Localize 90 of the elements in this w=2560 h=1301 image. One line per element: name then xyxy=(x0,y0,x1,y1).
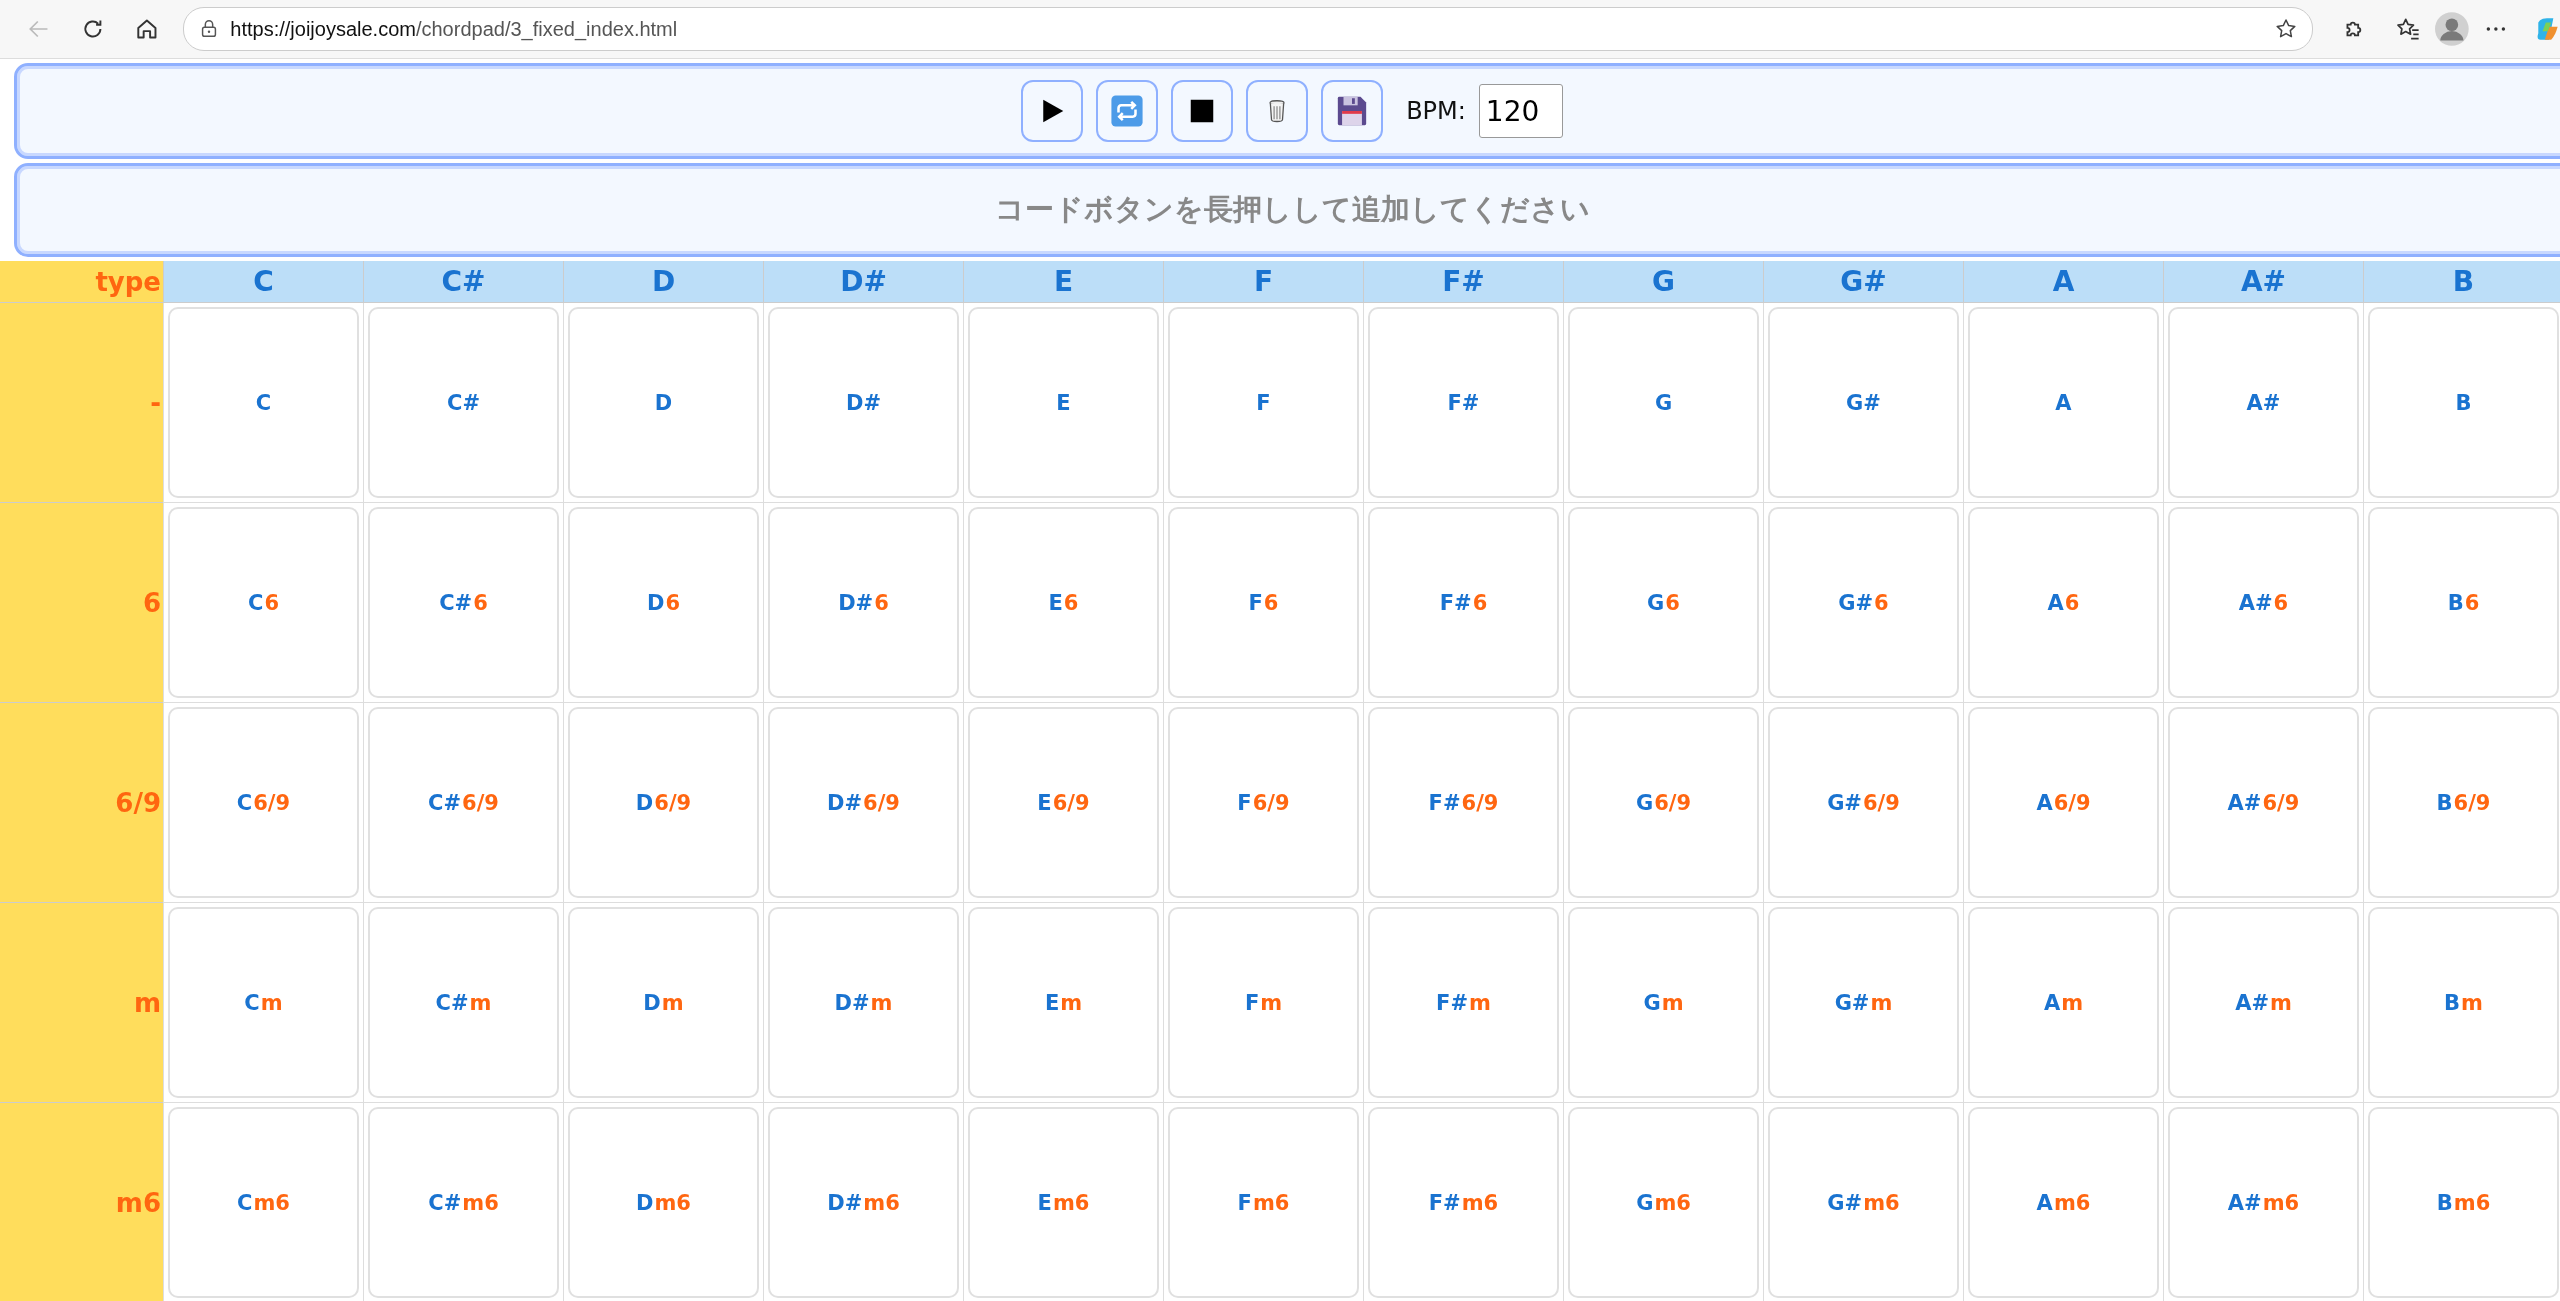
chord-button[interactable]: F#m xyxy=(1368,907,1559,1098)
chord-button[interactable]: G# xyxy=(1768,307,1959,498)
chord-button[interactable]: D#m6 xyxy=(768,1107,959,1298)
chord-button[interactable]: B6 xyxy=(2368,507,2559,698)
chord-button[interactable]: A xyxy=(1968,307,2159,498)
chord-button[interactable]: E6/9 xyxy=(968,707,1159,898)
column-header: F# xyxy=(1363,261,1563,303)
chord-button[interactable]: D# xyxy=(768,307,959,498)
chord-button[interactable]: Cm6 xyxy=(168,1107,359,1298)
chord-button[interactable]: C6/9 xyxy=(168,707,359,898)
chord-button[interactable]: E xyxy=(968,307,1159,498)
chord-button[interactable]: G6/9 xyxy=(1568,707,1759,898)
chord-button[interactable]: Gm xyxy=(1568,907,1759,1098)
repeat-icon xyxy=(1110,94,1145,128)
chord-button[interactable]: F6 xyxy=(1168,507,1359,698)
column-header: E xyxy=(963,261,1163,303)
chord-button[interactable]: Gm6 xyxy=(1568,1107,1759,1298)
chord-type-label: m6 xyxy=(0,1103,163,1301)
type-header: type xyxy=(0,261,163,303)
chord-button[interactable]: G6 xyxy=(1568,507,1759,698)
chord-button[interactable]: Cm xyxy=(168,907,359,1098)
chord-button[interactable]: A# xyxy=(2168,307,2359,498)
chord-button[interactable]: Am6 xyxy=(1968,1107,2159,1298)
chord-button[interactable]: A6 xyxy=(1968,507,2159,698)
chord-button[interactable]: D6/9 xyxy=(568,707,759,898)
column-header: C# xyxy=(363,261,563,303)
chord-type-label: m xyxy=(0,903,163,1103)
profile-avatar-icon[interactable] xyxy=(2434,12,2469,46)
chord-button[interactable]: C6 xyxy=(168,507,359,698)
chord-button[interactable]: A#m xyxy=(2168,907,2359,1098)
url-text: https://joijoysale.com/chordpad/3_fixed_index.html xyxy=(230,17,679,41)
chord-button[interactable]: Bm xyxy=(2368,907,2559,1098)
chord-button[interactable]: Am xyxy=(1968,907,2159,1098)
column-header: A xyxy=(1963,261,2163,303)
column-header: F xyxy=(1163,261,1363,303)
chord-type-label: - xyxy=(0,303,163,503)
chord-button[interactable]: F#6/9 xyxy=(1368,707,1559,898)
chord-button[interactable]: Dm6 xyxy=(568,1107,759,1298)
chord-button[interactable]: D#6/9 xyxy=(768,707,959,898)
chord-button[interactable]: Em6 xyxy=(968,1107,1159,1298)
column-header: D xyxy=(563,261,763,303)
stop-button[interactable] xyxy=(1171,80,1234,142)
chord-button[interactable]: F#m6 xyxy=(1368,1107,1559,1298)
chord-button[interactable]: F# xyxy=(1368,307,1559,498)
chord-button[interactable]: D xyxy=(568,307,759,498)
chord-button[interactable]: C#6/9 xyxy=(368,707,559,898)
chord-button[interactable]: A#6/9 xyxy=(2168,707,2359,898)
chord-button[interactable]: Fm6 xyxy=(1168,1107,1359,1298)
chord-button[interactable]: C#m6 xyxy=(368,1107,559,1298)
chord-button[interactable]: F xyxy=(1168,307,1359,498)
favorites-icon[interactable] xyxy=(2395,16,2421,42)
play-button[interactable] xyxy=(1021,80,1084,142)
chord-type-label: 6/9 xyxy=(0,703,163,903)
address-bar[interactable]: https://joijoysale.com/chordpad/3_fixed_index.html xyxy=(183,7,2314,51)
chord-button[interactable]: D6 xyxy=(568,507,759,698)
chord-button[interactable]: E6 xyxy=(968,507,1159,698)
chord-button[interactable]: D#m xyxy=(768,907,959,1098)
loop-button[interactable] xyxy=(1096,80,1159,142)
chord-button[interactable]: Fm xyxy=(1168,907,1359,1098)
chord-button[interactable]: A#m6 xyxy=(2168,1107,2359,1298)
column-header: B xyxy=(2363,261,2560,303)
save-button[interactable] xyxy=(1321,80,1384,142)
column-header: D# xyxy=(763,261,963,303)
chord-button[interactable]: Em xyxy=(968,907,1159,1098)
chord-type-label: 6 xyxy=(0,503,163,703)
chord-button[interactable]: C# xyxy=(368,307,559,498)
column-header: G xyxy=(1563,261,1763,303)
chord-button[interactable]: Dm xyxy=(568,907,759,1098)
bpm-input[interactable]: 120 xyxy=(1478,84,1563,138)
column-header: A# xyxy=(2163,261,2363,303)
chord-button[interactable]: G xyxy=(1568,307,1759,498)
chord-button[interactable]: B6/9 xyxy=(2368,707,2559,898)
chord-button[interactable]: C xyxy=(168,307,359,498)
chord-button[interactable]: C#m xyxy=(368,907,559,1098)
column-header: G# xyxy=(1763,261,1963,303)
chord-button[interactable]: F#6 xyxy=(1368,507,1559,698)
chord-button[interactable]: G#m xyxy=(1768,907,1959,1098)
chord-button[interactable]: A6/9 xyxy=(1968,707,2159,898)
chord-button[interactable]: B xyxy=(2368,307,2559,498)
chord-button[interactable]: Bm6 xyxy=(2368,1107,2559,1298)
column-header: C xyxy=(163,261,363,303)
chord-button[interactable]: C#6 xyxy=(368,507,559,698)
instruction-text: コードボタンを長押しして追加してください xyxy=(994,191,1590,228)
chord-button[interactable]: G#m6 xyxy=(1768,1107,1959,1298)
chord-button[interactable]: G#6/9 xyxy=(1768,707,1959,898)
chord-button[interactable]: F6/9 xyxy=(1168,707,1359,898)
chord-button[interactable]: D#6 xyxy=(768,507,959,698)
bpm-label: BPM: xyxy=(1406,97,1466,125)
chord-button[interactable]: A#6 xyxy=(2168,507,2359,698)
chord-button[interactable]: G#6 xyxy=(1768,507,1959,698)
